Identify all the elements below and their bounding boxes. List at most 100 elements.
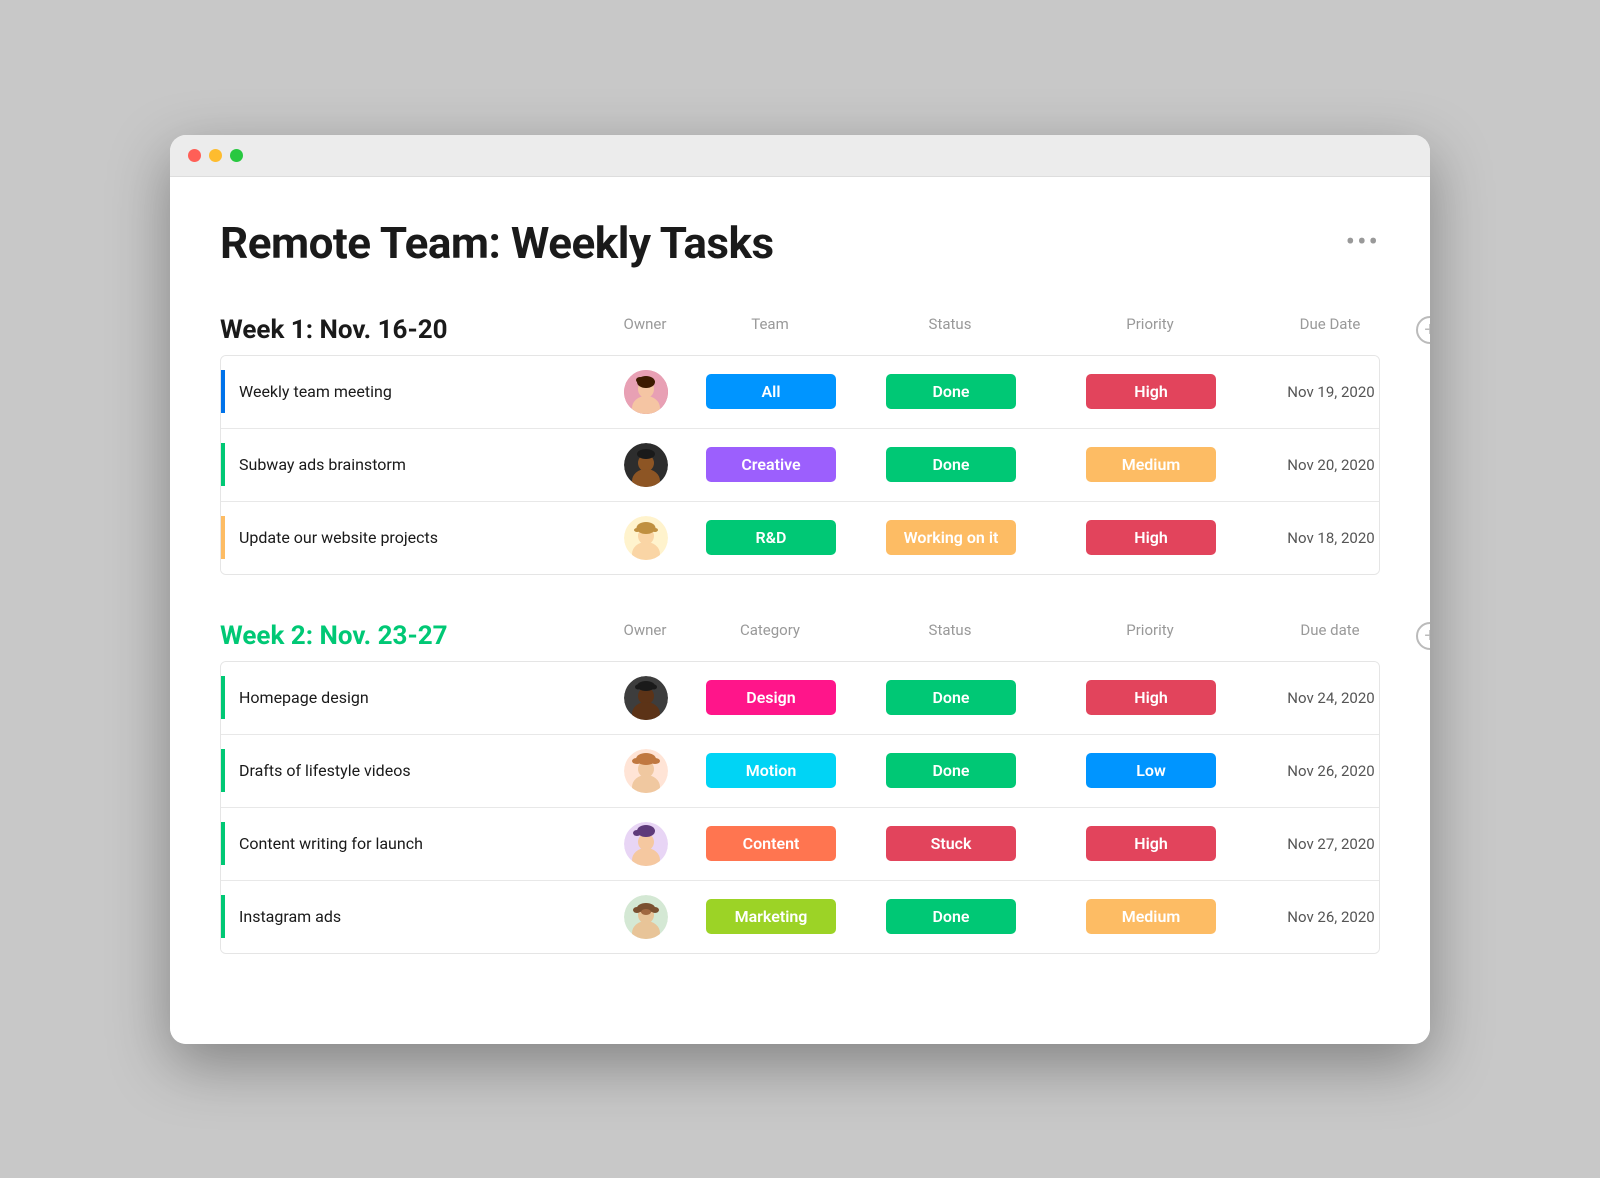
priority-badge: Medium <box>1086 447 1216 482</box>
content-area: Remote Team: Weekly Tasks ••• Week 1: No… <box>170 177 1430 1044</box>
table-row: Weekly team meeting <box>221 356 1379 429</box>
due-date-cell: Nov 26, 2020 <box>1251 762 1380 780</box>
owner-cell <box>601 370 691 414</box>
category-cell: Marketing <box>691 895 851 938</box>
week2-title: Week 2: Nov. 23-27 <box>220 621 600 651</box>
task-name: Instagram ads <box>239 907 341 926</box>
avatar <box>624 370 668 414</box>
priority-cell: Medium <box>1051 895 1251 938</box>
more-options-button[interactable]: ••• <box>1346 217 1380 258</box>
due-date-cell: Nov 18, 2020 <box>1251 529 1380 547</box>
status-cell: Done <box>851 749 1051 792</box>
table-row: Update our website projects <box>221 502 1379 574</box>
avatar-svg <box>624 676 668 720</box>
priority-badge: Medium <box>1086 899 1216 934</box>
priority-cell: High <box>1051 676 1251 719</box>
priority-cell: Medium <box>1051 443 1251 486</box>
week1-table: Weekly team meeting <box>220 355 1380 575</box>
task-name: Content writing for launch <box>239 834 423 853</box>
week2-col-headers: Week 2: Nov. 23-27 Owner Category Status… <box>220 615 1380 657</box>
week2-add-col: + <box>1410 621 1430 651</box>
team-badge: R&D <box>706 520 836 555</box>
avatar-svg <box>624 749 668 793</box>
maximize-dot[interactable] <box>230 149 243 162</box>
avatar <box>624 822 668 866</box>
avatar <box>624 516 668 560</box>
priority-cell: High <box>1051 370 1251 413</box>
category-cell: Content <box>691 822 851 865</box>
team-cell: All <box>691 370 851 413</box>
status-badge: Done <box>886 680 1016 715</box>
priority-badge: High <box>1086 680 1216 715</box>
status-badge: Done <box>886 899 1016 934</box>
app-window: Remote Team: Weekly Tasks ••• Week 1: No… <box>170 135 1430 1044</box>
week1-title: Week 1: Nov. 16-20 <box>220 315 600 345</box>
team-cell: R&D <box>691 516 851 559</box>
table-row: Drafts of lifestyle videos <box>221 735 1379 808</box>
category-badge: Content <box>706 826 836 861</box>
avatar <box>624 895 668 939</box>
status-badge: Done <box>886 447 1016 482</box>
minimize-dot[interactable] <box>209 149 222 162</box>
task-name-cell: Instagram ads <box>221 895 601 938</box>
status-cell: Stuck <box>851 822 1051 865</box>
week2-col-owner: Owner <box>600 621 690 651</box>
page-header: Remote Team: Weekly Tasks ••• <box>220 217 1380 269</box>
priority-badge: High <box>1086 374 1216 409</box>
status-cell: Done <box>851 895 1051 938</box>
week1-section: Week 1: Nov. 16-20 Owner Team Status Pri… <box>220 309 1380 575</box>
task-name: Subway ads brainstorm <box>239 455 406 474</box>
week1-col-headers: Week 1: Nov. 16-20 Owner Team Status Pri… <box>220 309 1380 351</box>
week2-col-due: Due date <box>1250 621 1410 651</box>
category-badge: Design <box>706 680 836 715</box>
owner-cell <box>601 516 691 560</box>
due-date-cell: Nov 24, 2020 <box>1251 689 1380 707</box>
table-row: Instagram ads <box>221 881 1379 953</box>
avatar <box>624 749 668 793</box>
avatar-svg <box>624 370 668 414</box>
week2-add-button[interactable]: + <box>1416 622 1430 650</box>
task-name-cell: Content writing for launch <box>221 822 601 865</box>
owner-cell <box>601 443 691 487</box>
week2-col-category: Category <box>690 621 850 651</box>
week2-section: Week 2: Nov. 23-27 Owner Category Status… <box>220 615 1380 954</box>
due-date-cell: Nov 27, 2020 <box>1251 835 1380 853</box>
task-name-cell: Subway ads brainstorm <box>221 443 601 486</box>
task-name-cell: Update our website projects <box>221 516 601 559</box>
page-title: Remote Team: Weekly Tasks <box>220 217 774 269</box>
due-date-cell: Nov 20, 2020 <box>1251 456 1380 474</box>
close-dot[interactable] <box>188 149 201 162</box>
category-badge: Motion <box>706 753 836 788</box>
owner-cell <box>601 822 691 866</box>
priority-cell: High <box>1051 822 1251 865</box>
due-date-cell: Nov 26, 2020 <box>1251 908 1380 926</box>
table-row: Homepage design <box>221 662 1379 735</box>
week2-col-priority: Priority <box>1050 621 1250 651</box>
team-cell: Creative <box>691 443 851 486</box>
owner-cell <box>601 749 691 793</box>
priority-badge: High <box>1086 826 1216 861</box>
task-name-cell: Drafts of lifestyle videos <box>221 749 601 792</box>
status-cell: Done <box>851 676 1051 719</box>
due-date-cell: Nov 19, 2020 <box>1251 383 1380 401</box>
status-badge: Working on it <box>886 520 1017 555</box>
week1-col-due: Due Date <box>1250 315 1410 345</box>
status-cell: Working on it <box>851 516 1051 559</box>
week1-add-button[interactable]: + <box>1416 316 1430 344</box>
status-badge: Done <box>886 753 1016 788</box>
status-cell: Done <box>851 370 1051 413</box>
titlebar <box>170 135 1430 177</box>
task-name: Drafts of lifestyle videos <box>239 761 411 780</box>
category-badge: Marketing <box>706 899 836 934</box>
priority-badge: Low <box>1086 753 1216 788</box>
priority-badge: High <box>1086 520 1216 555</box>
team-badge: All <box>706 374 836 409</box>
avatar-svg <box>624 822 668 866</box>
task-name: Weekly team meeting <box>239 382 392 401</box>
table-row: Subway ads brainstorm <box>221 429 1379 502</box>
category-cell: Design <box>691 676 851 719</box>
avatar-svg <box>624 516 668 560</box>
week1-col-priority: Priority <box>1050 315 1250 345</box>
avatar <box>624 676 668 720</box>
task-name: Homepage design <box>239 688 369 707</box>
